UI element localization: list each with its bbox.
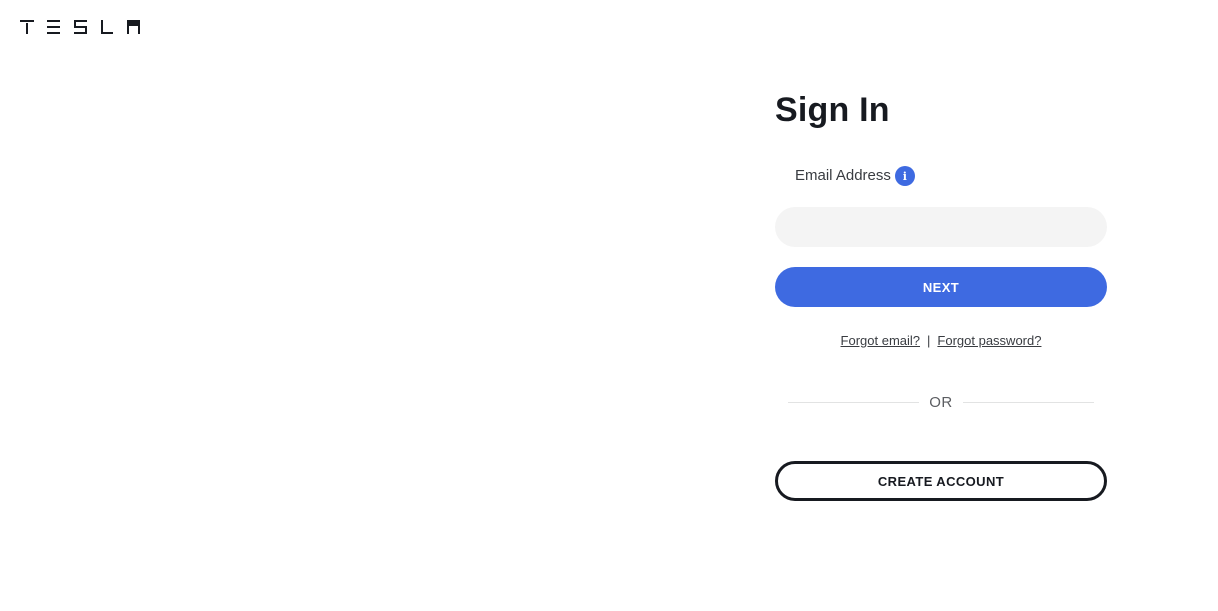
email-label-row: Email Address i: [795, 166, 1107, 186]
tesla-wordmark-icon: [20, 20, 140, 34]
info-icon[interactable]: i: [894, 166, 915, 186]
forgot-password-link[interactable]: Forgot password?: [937, 333, 1041, 348]
link-separator: |: [927, 333, 931, 348]
or-divider: OR: [775, 394, 1107, 411]
signin-panel: Sign In Email Address i NEXT Forgot emai…: [775, 80, 1107, 501]
tesla-logo[interactable]: [20, 20, 140, 34]
forgot-email-link[interactable]: Forgot email?: [841, 333, 920, 348]
page-title: Sign In: [775, 91, 890, 129]
email-field[interactable]: [775, 207, 1107, 247]
next-button[interactable]: NEXT: [775, 267, 1107, 307]
recovery-links: Forgot email? | Forgot password?: [775, 333, 1107, 349]
email-label: Email Address: [795, 167, 891, 184]
create-account-button[interactable]: CREATE ACCOUNT: [775, 461, 1107, 501]
divider-line-right: [962, 402, 1094, 403]
divider-line-left: [788, 402, 920, 403]
or-label: OR: [929, 394, 953, 411]
